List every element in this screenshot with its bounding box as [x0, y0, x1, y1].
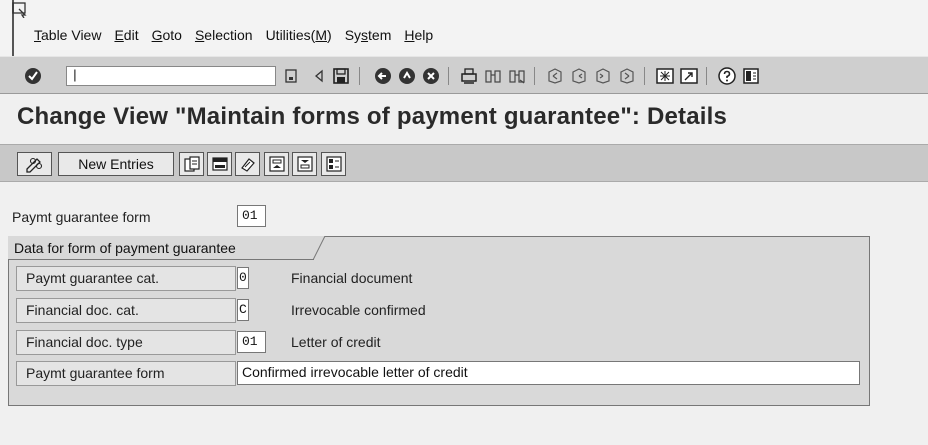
display-change-button[interactable] [17, 152, 52, 176]
collapse-icon[interactable] [310, 67, 328, 85]
application-toolbar: New Entries [0, 144, 928, 182]
paymt-guarantee-cat-label: Paymt guarantee cat. [26, 270, 160, 286]
pencil-glasses-icon [25, 157, 42, 173]
system-menu-icon[interactable] [12, 2, 28, 18]
menu-utilities[interactable]: Utilities(M) [266, 27, 332, 43]
financial-doc-cat-field[interactable]: C [237, 299, 249, 321]
previous-page-icon[interactable] [570, 67, 588, 85]
paymt-guarantee-form-label: Paymt guarantee form [12, 209, 151, 225]
find-next-icon[interactable] [508, 67, 526, 85]
paymt-guarantee-cat-field[interactable]: 0 [237, 267, 249, 289]
toolbar-separator [706, 67, 707, 85]
copy-as-button[interactable] [179, 152, 204, 176]
financial-doc-cat-label: Financial doc. cat. [26, 302, 139, 318]
menu-system[interactable]: System [345, 27, 392, 43]
next-page-icon[interactable] [594, 67, 612, 85]
paymt-guarantee-form-field[interactable]: 01 [237, 205, 266, 227]
help-icon[interactable] [718, 67, 736, 85]
financial-doc-cat-description: Irrevocable confirmed [291, 302, 426, 318]
page-title: Change View "Maintain forms of payment g… [17, 103, 728, 130]
menu-help[interactable]: Help [404, 27, 433, 43]
shortcut-icon[interactable] [680, 67, 698, 85]
financial-doc-type-description: Letter of credit [291, 334, 381, 350]
paymt-guarantee-form-text-label: Paymt guarantee form [26, 365, 165, 381]
menu-items: Table View Edit Goto Selection Utilities… [34, 27, 446, 43]
title-bar: Change View "Maintain forms of payment g… [0, 94, 928, 144]
group-title: Data for form of payment guarantee [8, 236, 314, 260]
print-icon[interactable] [460, 67, 478, 85]
select-all-button[interactable] [321, 152, 346, 176]
financial-doc-type-field[interactable]: 01 [237, 331, 266, 353]
copy-icon [183, 156, 200, 172]
menu-bar: Table View Edit Goto Selection Utilities… [0, 0, 928, 56]
delete-button[interactable] [207, 152, 232, 176]
next-entry-icon [296, 156, 313, 172]
command-field[interactable]: | [66, 66, 276, 86]
undo-icon [240, 158, 255, 172]
menu-selection[interactable]: Selection [195, 27, 253, 43]
group-tab-corner [313, 236, 325, 260]
find-icon[interactable] [484, 67, 502, 85]
standard-toolbar: | [0, 56, 928, 94]
previous-entry-button[interactable] [264, 152, 289, 176]
paymt-guarantee-form-text-field[interactable]: Confirmed irrevocable letter of credit [237, 361, 860, 385]
undo-change-button[interactable] [235, 152, 260, 176]
previous-entry-icon [268, 156, 285, 172]
cancel-icon[interactable] [422, 67, 440, 85]
next-entry-button[interactable] [292, 152, 317, 176]
enter-icon[interactable] [24, 67, 42, 85]
exit-icon[interactable] [398, 67, 416, 85]
menu-goto[interactable]: Goto [152, 27, 182, 43]
save-icon[interactable] [332, 67, 350, 85]
toolbar-separator [534, 67, 535, 85]
toolbar-separator [448, 67, 449, 85]
layout-icon[interactable] [742, 67, 760, 85]
menu-table-view[interactable]: Table View [34, 27, 101, 43]
toolbar-separator [644, 67, 645, 85]
new-entries-button[interactable]: New Entries [58, 152, 174, 176]
delete-icon [211, 157, 228, 171]
toolbar-separator [359, 67, 360, 85]
command-field-dropdown-icon[interactable] [282, 67, 300, 85]
back-icon[interactable] [374, 67, 392, 85]
paymt-guarantee-cat-description: Financial document [291, 270, 413, 286]
last-page-icon[interactable] [618, 67, 636, 85]
first-page-icon[interactable] [546, 67, 564, 85]
financial-doc-type-label: Financial doc. type [26, 334, 143, 350]
create-session-icon[interactable] [656, 67, 674, 85]
select-all-icon [325, 156, 342, 172]
menu-edit[interactable]: Edit [114, 27, 138, 43]
